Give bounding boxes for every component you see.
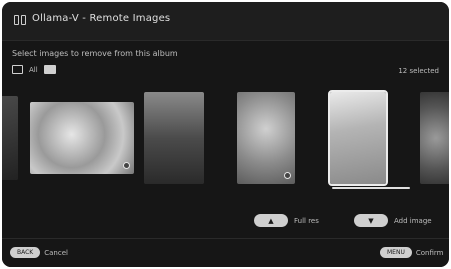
menu-key-badge[interactable]: MENU bbox=[380, 247, 412, 258]
cancel-label: Cancel bbox=[44, 248, 68, 257]
cancel-hint[interactable]: BACK Cancel bbox=[10, 247, 68, 258]
thumbnail-6[interactable] bbox=[420, 92, 449, 184]
bottom-bar: BACK Cancel MENU Confirm bbox=[2, 238, 449, 267]
thumbnail-2[interactable] bbox=[30, 102, 134, 174]
fullres-button[interactable]: ▲ bbox=[254, 214, 288, 227]
thumbnail-1[interactable] bbox=[2, 96, 18, 180]
thumbnail-5[interactable] bbox=[328, 90, 388, 186]
select-none-toggle[interactable] bbox=[43, 65, 56, 74]
select-all-label: All bbox=[29, 65, 38, 74]
status-text: Select images to remove from this album bbox=[12, 49, 178, 58]
fullres-label: Full res bbox=[294, 216, 319, 225]
thumbnail-checkbox[interactable] bbox=[284, 172, 291, 179]
add-image-action[interactable]: ▼ Add image bbox=[354, 214, 432, 227]
thumbnail-strip[interactable] bbox=[2, 90, 449, 186]
back-key-badge[interactable]: BACK bbox=[10, 247, 41, 258]
thumbnail-3[interactable] bbox=[144, 92, 204, 184]
selection-controls: All bbox=[12, 65, 56, 74]
album-icon bbox=[14, 15, 26, 25]
confirm-label: Confirm bbox=[415, 248, 444, 257]
thumbnail-4[interactable] bbox=[237, 92, 295, 184]
confirm-hint[interactable]: MENU Confirm bbox=[380, 247, 443, 258]
window-title: Ollama-V - Remote Images bbox=[32, 13, 171, 24]
add-image-button[interactable]: ▼ bbox=[354, 214, 388, 227]
selected-count: 12 selected bbox=[398, 67, 439, 75]
titlebar: Ollama-V - Remote Images bbox=[2, 2, 449, 41]
selection-indicator bbox=[332, 187, 410, 189]
thumbnail-checkbox[interactable] bbox=[123, 162, 130, 169]
fullres-action[interactable]: ▲ Full res bbox=[254, 214, 319, 227]
add-image-label: Add image bbox=[394, 216, 432, 225]
app-window: Ollama-V - Remote Images Select images t… bbox=[2, 2, 449, 267]
select-all-checkbox[interactable] bbox=[12, 65, 23, 74]
